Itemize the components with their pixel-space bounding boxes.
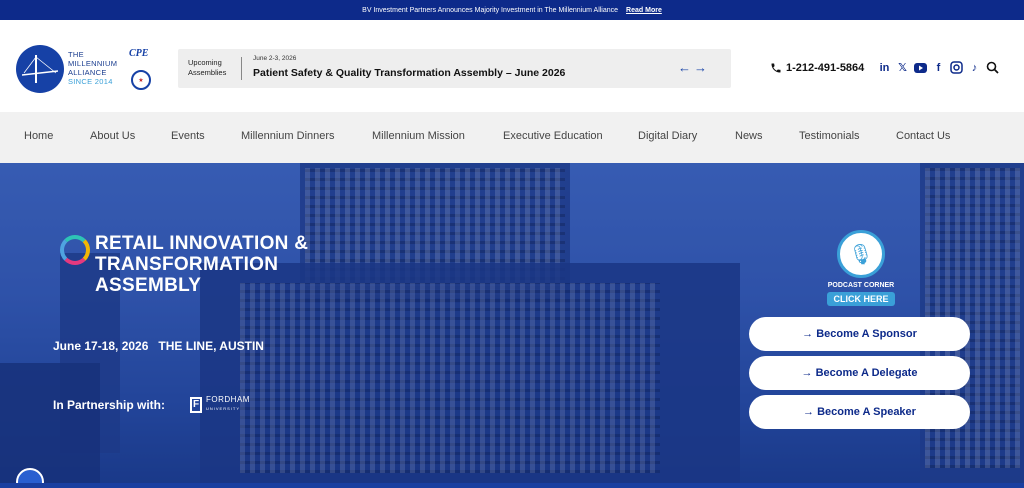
nav-testimonials[interactable]: Testimonials [799, 130, 860, 142]
tiktok-icon[interactable]: ♪ [968, 61, 981, 74]
instagram-icon[interactable] [950, 61, 963, 74]
read-more-link[interactable]: Read More [626, 7, 662, 14]
become-speaker-button[interactable]: → Become A Speaker [749, 395, 970, 429]
search-icon[interactable] [986, 61, 999, 74]
main-nav: Home About Us Events Millennium Dinners … [0, 112, 1024, 163]
phone-number: 1-212-491-5864 [786, 62, 865, 74]
upcoming-date: June 2-3, 2026 [253, 55, 297, 62]
fordham-wordmark: FORDHAM UNIVERSITY [206, 396, 250, 413]
brand-line1: THE [68, 50, 84, 59]
divider [241, 57, 242, 80]
site-header: THE MILLENNIUM ALLIANCE SINCE 2014 CPE ★… [0, 20, 1024, 112]
social-links: in 𝕏 f ♪ [878, 61, 999, 74]
phone-link[interactable]: 1-212-491-5864 [770, 62, 864, 74]
nav-events[interactable]: Events [171, 130, 205, 142]
cpe-badge: CPE [129, 48, 149, 59]
upcoming-title[interactable]: Patient Safety & Quality Transformation … [253, 67, 565, 79]
nav-executive-education[interactable]: Executive Education [503, 130, 603, 142]
x-icon[interactable]: 𝕏 [896, 61, 909, 74]
event-title-line1: RETAIL INNOVATION & [95, 233, 309, 254]
fordham-name: FORDHAM [206, 395, 250, 404]
bridge-icon [22, 55, 58, 83]
phone-icon [771, 63, 781, 73]
fordham-shield-icon: F [190, 396, 202, 413]
podcast-corner[interactable]: 🎙 PODCAST CORNER CLICK HERE [826, 230, 896, 307]
event-title: RETAIL INNOVATION & TRANSFORMATION ASSEM… [95, 233, 355, 296]
event-title-line2: TRANSFORMATION [95, 254, 279, 275]
linkedin-icon[interactable]: in [878, 61, 891, 74]
certification-badge-icon: ★ [131, 70, 151, 90]
upcoming-label-line2: Assemblies [188, 68, 227, 77]
event-date-location: June 17-18, 2026 THE LINE, AUSTIN [53, 339, 264, 353]
announcement-text: BV Investment Partners Announces Majorit… [362, 6, 619, 14]
microphone-icon: 🎙 [837, 230, 885, 278]
nav-news[interactable]: News [735, 130, 763, 142]
brand-since: SINCE 2014 [68, 77, 113, 86]
hero-bottom-border [0, 483, 1024, 488]
become-delegate-button[interactable]: → Become A Delegate [749, 356, 970, 390]
brand-name: THE MILLENNIUM ALLIANCE SINCE 2014 [68, 50, 117, 86]
upcoming-label-line1: Upcoming [188, 58, 222, 67]
upcoming-label: Upcoming Assemblies [188, 58, 226, 78]
announcement-bar: BV Investment Partners Announces Majorit… [0, 0, 1024, 20]
hero-banner: RETAIL INNOVATION & TRANSFORMATION ASSEM… [0, 163, 1024, 488]
nav-millennium-dinners[interactable]: Millennium Dinners [241, 130, 335, 142]
youtube-icon[interactable] [914, 61, 927, 74]
millennium-alliance-logo[interactable] [16, 45, 64, 93]
ticker-arrows[interactable]: ←→ [678, 60, 710, 75]
nav-millennium-mission[interactable]: Millennium Mission [372, 130, 465, 142]
fordham-logo[interactable]: F FORDHAM UNIVERSITY [190, 396, 250, 413]
brand-line3: ALLIANCE [68, 68, 107, 77]
nav-home[interactable]: Home [24, 130, 53, 142]
fordham-sub: UNIVERSITY [206, 406, 241, 411]
podcast-label: PODCAST CORNER [827, 282, 895, 289]
nav-contact-us[interactable]: Contact Us [896, 130, 950, 142]
upcoming-assemblies-ticker[interactable]: Upcoming Assemblies June 2-3, 2026 Patie… [178, 49, 731, 88]
event-title-line3: ASSEMBLY [95, 275, 202, 296]
become-sponsor-button[interactable]: → Become A Sponsor [749, 317, 970, 351]
facebook-icon[interactable]: f [932, 61, 945, 74]
nav-about-us[interactable]: About Us [90, 130, 135, 142]
brand-line2: MILLENNIUM [68, 59, 118, 68]
nav-digital-diary[interactable]: Digital Diary [638, 130, 697, 142]
podcast-click-button[interactable]: CLICK HERE [827, 292, 895, 306]
event-logo-icon [60, 235, 90, 265]
partnership-label: In Partnership with: [53, 398, 166, 412]
